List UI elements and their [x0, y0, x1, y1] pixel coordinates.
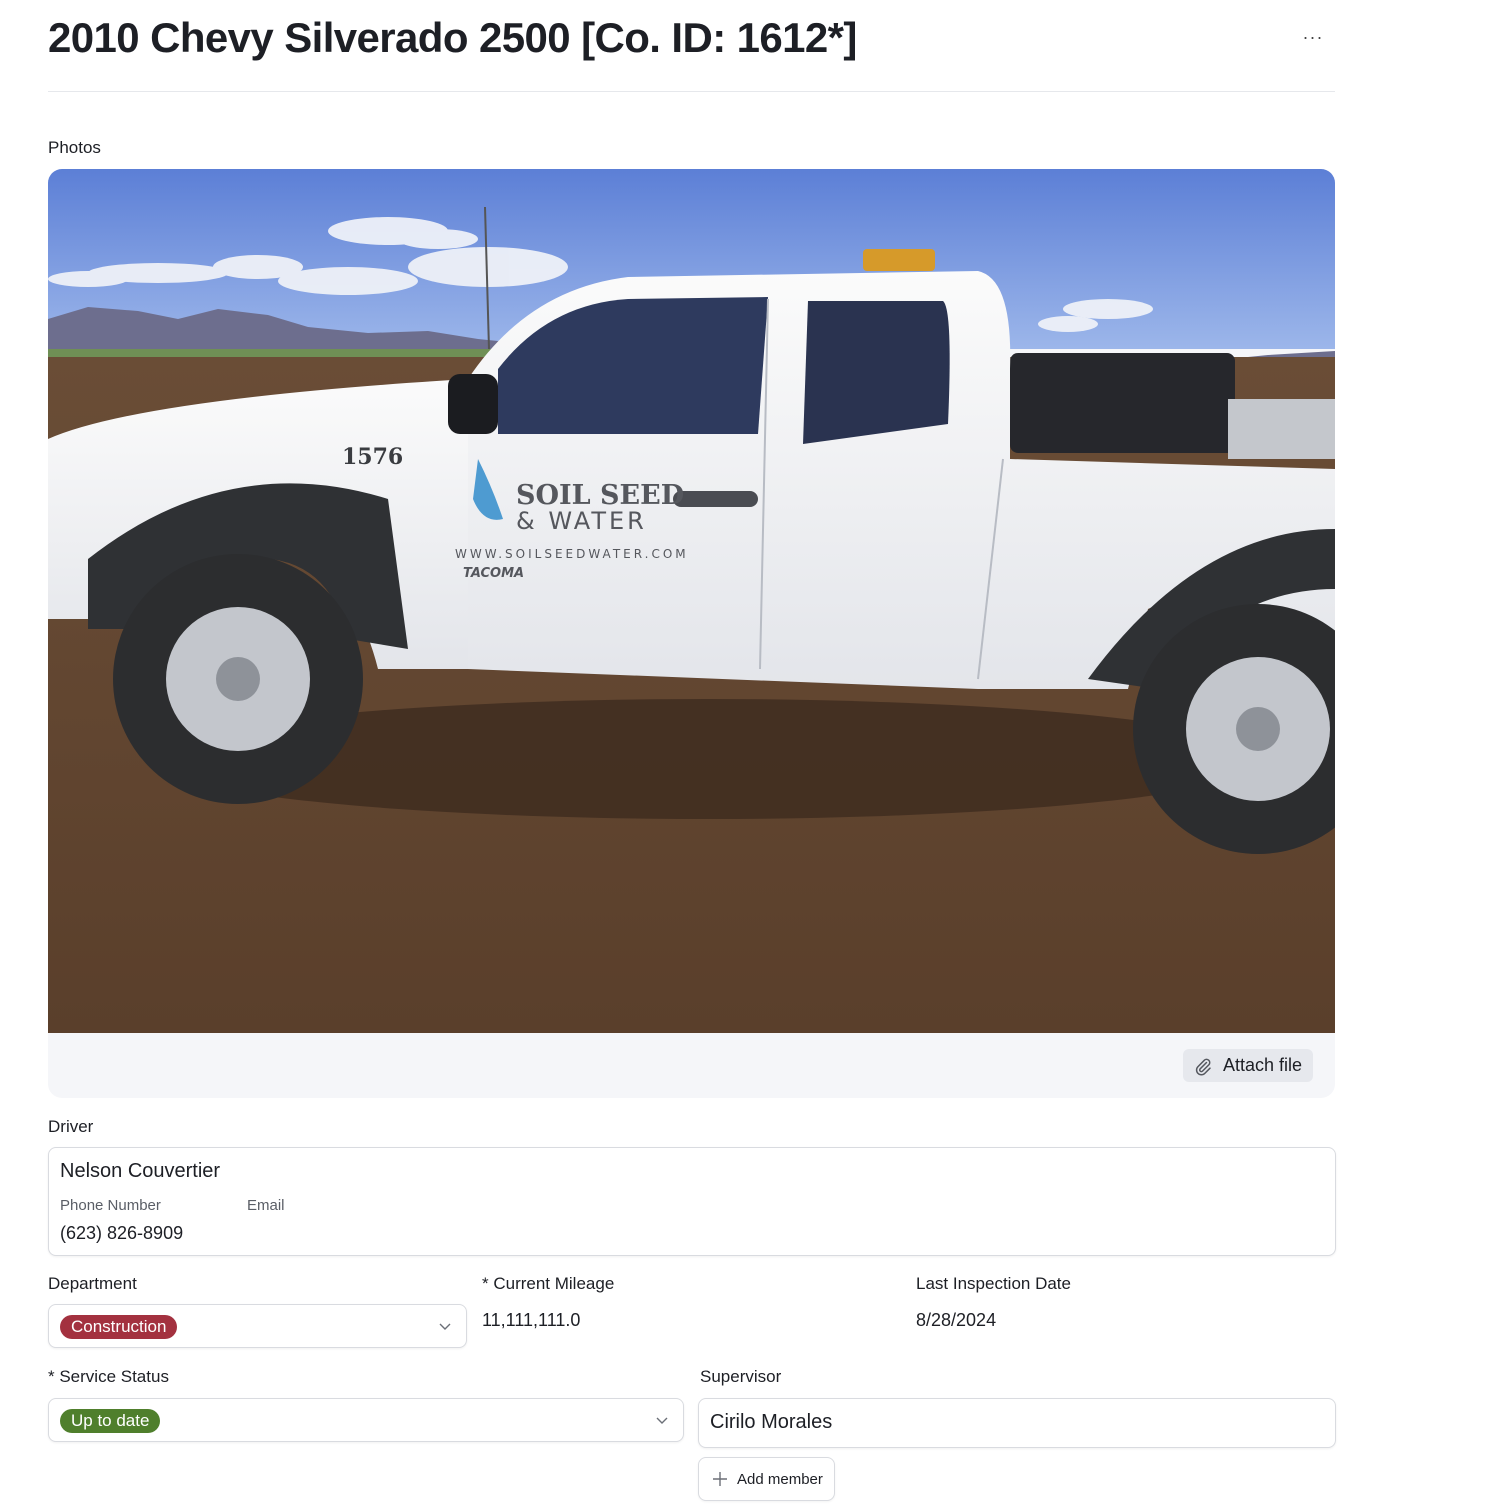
mileage-label: * Current Mileage — [482, 1274, 615, 1293]
plus-icon — [713, 1472, 727, 1486]
logo-line2-text: & WATER — [516, 507, 647, 535]
website-text: WWW.SOILSEEDWATER.COM — [455, 547, 689, 561]
driver-phone: (623) 826-8909 — [60, 1223, 184, 1243]
driver-label: Driver — [48, 1117, 94, 1136]
more-horizontal-icon: ··· — [1302, 27, 1324, 47]
chevron-down-icon — [656, 1417, 668, 1424]
supervisor-label: Supervisor — [700, 1367, 782, 1386]
page-title: 2010 Chevy Silverado 2500 [Co. ID: 1612*… — [48, 14, 857, 61]
attach-file-label: Attach file — [1222, 1055, 1302, 1075]
driver-record-card[interactable]: Nelson Couvertier Phone Number Email (62… — [48, 1147, 1336, 1256]
front-wheel — [113, 554, 363, 804]
supervisor-name: Cirilo Morales — [710, 1411, 833, 1433]
driver-name: Nelson Couvertier — [60, 1160, 221, 1182]
more-options-button[interactable]: ··· — [1296, 24, 1330, 52]
service-status-select[interactable]: Up to date — [48, 1398, 684, 1442]
truck-number-text: 1576 — [342, 444, 403, 470]
vehicle-photo[interactable]: 1576 SOIL SEED & WATER WWW.SOILSEEDWATER… — [48, 169, 1335, 1033]
inspection-date-label: Last Inspection Date — [916, 1274, 1071, 1293]
department-pill: Construction — [60, 1315, 178, 1339]
mileage-value[interactable]: 11,111,111.0 — [482, 1310, 580, 1331]
paperclip-icon — [1195, 1058, 1211, 1076]
chevron-down-icon — [439, 1323, 451, 1330]
attach-file-button[interactable]: Attach file — [1182, 1049, 1313, 1082]
photos-label: Photos — [48, 138, 101, 157]
model-text: TACOMA — [463, 566, 524, 581]
email-label: Email — [247, 1197, 285, 1214]
phone-number-label: Phone Number — [60, 1197, 161, 1214]
add-member-button[interactable]: Add member — [698, 1457, 835, 1501]
photos-field: 1576 SOIL SEED & WATER WWW.SOILSEEDWATER… — [48, 169, 1335, 1098]
supervisor-record-card[interactable]: Cirilo Morales — [698, 1398, 1336, 1448]
department-select[interactable]: Construction — [48, 1304, 467, 1348]
department-label: Department — [48, 1274, 137, 1293]
inspection-date-value[interactable]: 8/28/2024 — [916, 1310, 996, 1331]
header-divider — [48, 91, 1335, 92]
service-status-pill: Up to date — [60, 1409, 161, 1433]
service-status-label: * Service Status — [48, 1367, 169, 1386]
add-member-label: Add member — [737, 1470, 823, 1488]
